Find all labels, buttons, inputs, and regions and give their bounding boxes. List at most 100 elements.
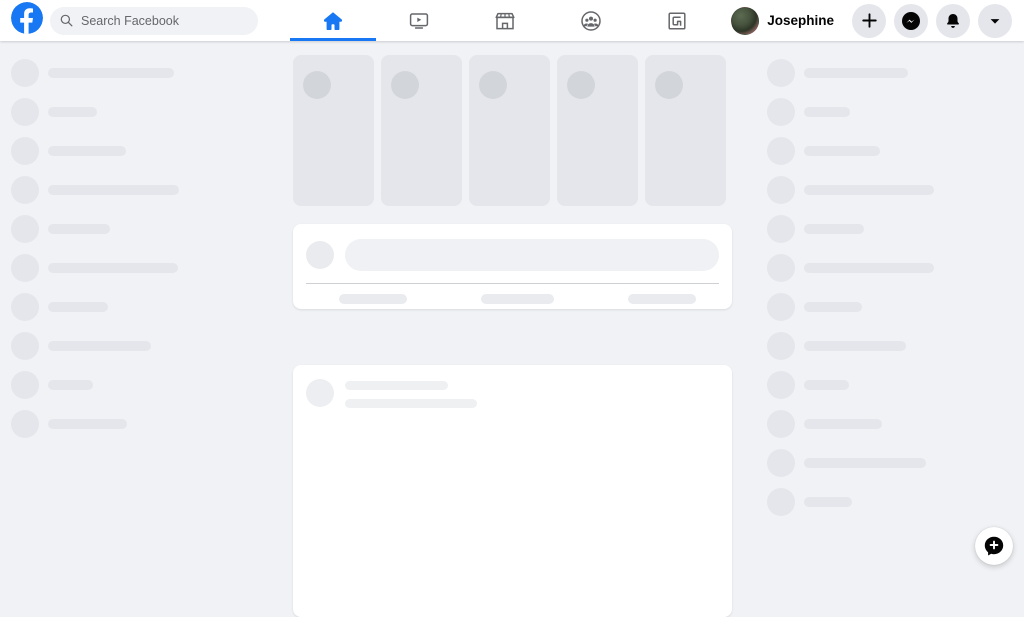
story-avatar <box>303 71 331 99</box>
post-text-placeholder <box>345 399 477 408</box>
composer-action-placeholder[interactable] <box>339 294 407 304</box>
header-right-section: Josephine <box>731 3 1024 38</box>
list-item-label-placeholder <box>804 458 926 468</box>
list-item-label-placeholder <box>48 146 126 156</box>
nav-tab-home[interactable] <box>290 0 376 41</box>
search-icon <box>60 14 73 27</box>
list-item[interactable] <box>11 98 97 126</box>
search-input[interactable]: Search Facebook <box>50 6 258 35</box>
list-item-label-placeholder <box>804 185 934 195</box>
gaming-icon <box>665 9 689 33</box>
list-item-avatar <box>767 137 795 165</box>
list-item[interactable] <box>767 176 934 204</box>
list-item-label-placeholder <box>804 107 850 117</box>
list-item[interactable] <box>11 254 178 282</box>
list-item[interactable] <box>11 410 127 438</box>
nav-tab-watch[interactable] <box>376 0 462 41</box>
list-item[interactable] <box>11 176 179 204</box>
profile-button[interactable]: Josephine <box>731 6 834 35</box>
messenger-button[interactable] <box>894 3 928 38</box>
facebook-logo-icon[interactable] <box>11 2 43 39</box>
notifications-button[interactable] <box>936 3 970 38</box>
list-item-avatar <box>767 449 795 477</box>
list-item-avatar <box>11 371 39 399</box>
list-item-avatar <box>767 410 795 438</box>
list-item-avatar <box>11 137 39 165</box>
messenger-new-chat-icon <box>984 536 1004 556</box>
story-avatar <box>655 71 683 99</box>
list-item[interactable] <box>11 137 126 165</box>
list-item[interactable] <box>767 332 906 360</box>
list-item[interactable] <box>767 215 864 243</box>
list-item[interactable] <box>11 215 110 243</box>
list-item[interactable] <box>11 371 93 399</box>
list-item-avatar <box>11 293 39 321</box>
story-card[interactable] <box>645 55 726 206</box>
list-item-label-placeholder <box>48 380 93 390</box>
list-item[interactable] <box>767 254 934 282</box>
list-item-label-placeholder <box>804 146 880 156</box>
list-item-avatar <box>11 98 39 126</box>
list-item-label-placeholder <box>804 497 852 507</box>
composer-action-placeholder[interactable] <box>628 294 696 304</box>
profile-name: Josephine <box>767 13 834 28</box>
avatar <box>731 6 760 35</box>
story-avatar <box>479 71 507 99</box>
new-message-button[interactable] <box>975 527 1013 565</box>
post-composer-card <box>293 224 732 309</box>
nav-tab-gaming[interactable] <box>634 0 720 41</box>
list-item-avatar <box>767 215 795 243</box>
list-item-avatar <box>11 215 39 243</box>
list-item-avatar <box>11 332 39 360</box>
list-item-label-placeholder <box>804 380 849 390</box>
composer-avatar <box>306 241 334 269</box>
list-item[interactable] <box>767 137 880 165</box>
plus-icon <box>861 13 877 28</box>
post-text-placeholder <box>345 381 448 390</box>
story-card[interactable] <box>381 55 462 206</box>
list-item-label-placeholder <box>804 302 862 312</box>
nav-tab-groups[interactable] <box>548 0 634 41</box>
story-card[interactable] <box>293 55 374 206</box>
list-item-label-placeholder <box>804 341 906 351</box>
list-item-label-placeholder <box>804 224 864 234</box>
list-item-avatar <box>767 254 795 282</box>
main-feed-column <box>293 41 732 617</box>
list-item[interactable] <box>11 332 151 360</box>
header-left-section: Search Facebook <box>0 2 290 39</box>
list-item-avatar <box>11 59 39 87</box>
list-item[interactable] <box>767 371 849 399</box>
list-item[interactable] <box>767 59 908 87</box>
list-item-label-placeholder <box>48 224 110 234</box>
list-item-avatar <box>767 488 795 516</box>
list-item-label-placeholder <box>48 263 178 273</box>
list-item[interactable] <box>767 410 882 438</box>
list-item[interactable] <box>767 488 852 516</box>
left-sidebar <box>0 41 290 576</box>
story-avatar <box>391 71 419 99</box>
groups-icon <box>579 9 603 33</box>
post-header <box>293 365 732 408</box>
create-button[interactable] <box>852 3 886 38</box>
post-text-lines <box>345 379 477 408</box>
list-item-label-placeholder <box>804 263 934 273</box>
story-card[interactable] <box>557 55 638 206</box>
list-item-label-placeholder <box>48 341 151 351</box>
list-item-label-placeholder <box>48 302 108 312</box>
list-item[interactable] <box>767 449 926 477</box>
list-item[interactable] <box>11 293 108 321</box>
stories-tray <box>293 55 726 206</box>
account-menu-button[interactable] <box>978 3 1012 38</box>
nav-tab-marketplace[interactable] <box>462 0 548 41</box>
list-item[interactable] <box>767 293 862 321</box>
list-item[interactable] <box>11 59 174 87</box>
list-item-label-placeholder <box>48 107 97 117</box>
composer-actions <box>293 284 732 304</box>
list-item-avatar <box>11 254 39 282</box>
list-item-label-placeholder <box>48 419 127 429</box>
composer-action-placeholder[interactable] <box>481 294 554 304</box>
story-card[interactable] <box>469 55 550 206</box>
search-placeholder: Search Facebook <box>81 13 179 28</box>
list-item[interactable] <box>767 98 850 126</box>
composer-input[interactable] <box>345 239 719 271</box>
